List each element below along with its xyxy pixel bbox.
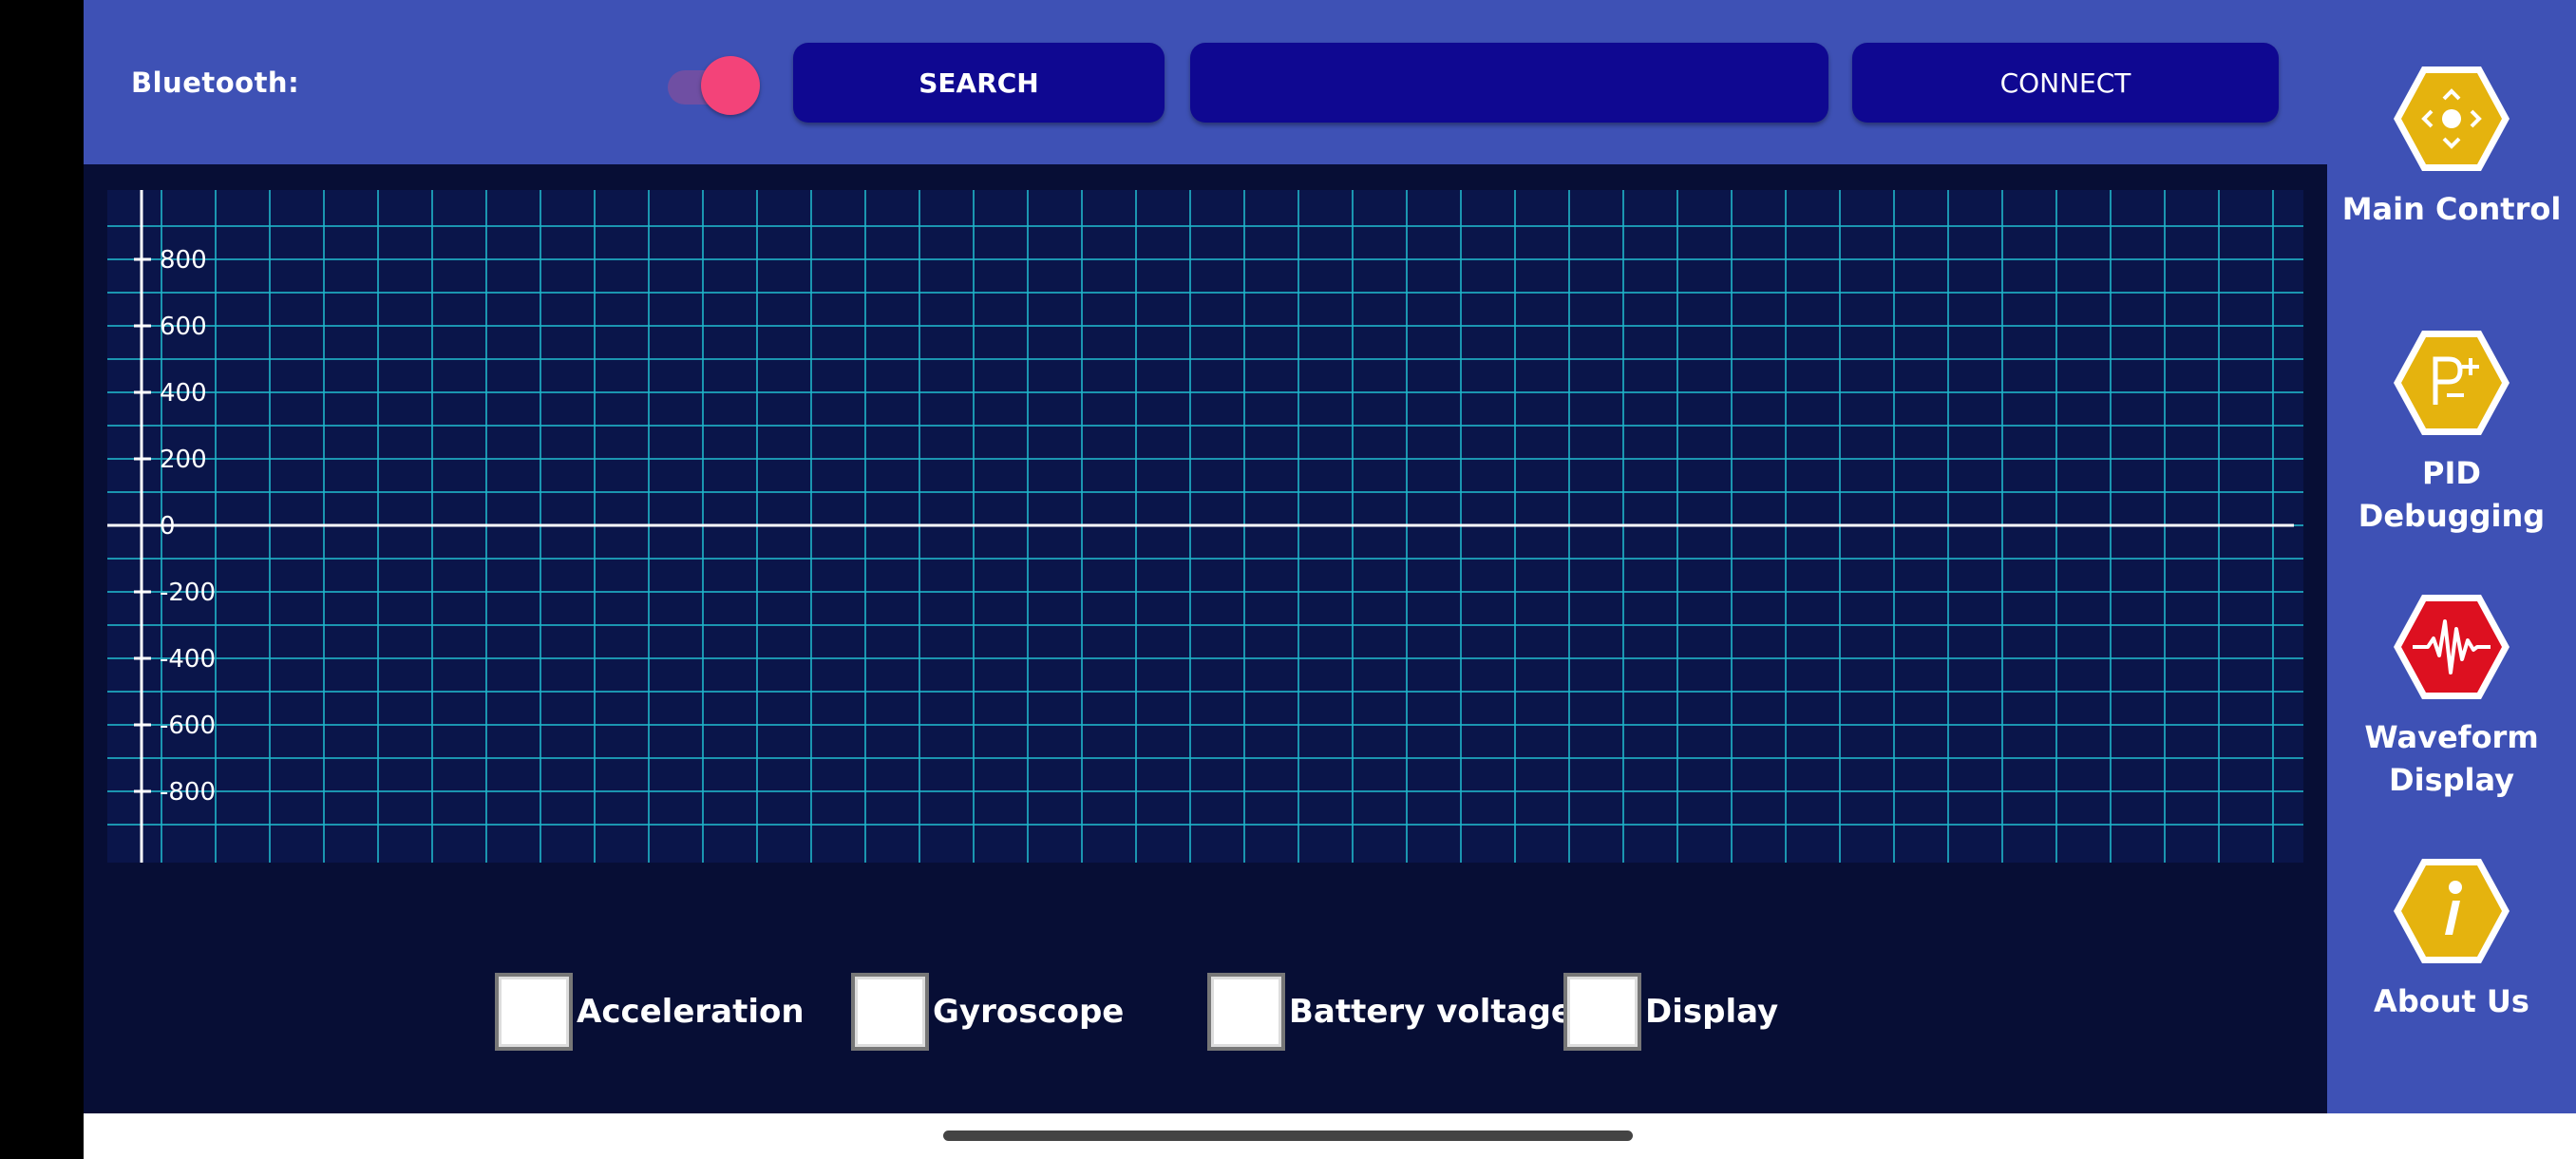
nav-label: Main Control	[2341, 191, 2562, 227]
left-edge	[0, 0, 84, 1159]
checkbox-box[interactable]	[851, 972, 929, 1051]
nav-about-us[interactable]: About Us	[2327, 855, 2576, 1023]
y-tick-label: -200	[160, 579, 216, 607]
home-indicator[interactable]	[943, 1130, 1633, 1141]
bluetooth-toggle[interactable]	[668, 56, 760, 115]
checkbox-box[interactable]	[495, 972, 573, 1051]
y-tick-label: -600	[160, 712, 216, 740]
pid-icon	[2394, 331, 2510, 435]
nav-label: PID Debugging	[2358, 455, 2546, 534]
checkbox-battery-voltage[interactable]: Battery voltage	[1207, 966, 1573, 1056]
nav-label: Waveform Display	[2364, 719, 2539, 798]
device-select-field[interactable]	[1190, 43, 1828, 123]
chart-axes: 800 600 400 200 0 -200 -400 -600 -800	[107, 190, 2294, 863]
y-tick-label: 0	[160, 512, 176, 541]
y-tick-label: -800	[160, 778, 216, 807]
y-tick-label: -400	[160, 645, 216, 674]
search-button[interactable]: SEARCH	[793, 43, 1165, 123]
nav-pid-debugging[interactable]: PID Debugging	[2327, 327, 2576, 538]
nav-main-control[interactable]: Main Control	[2327, 63, 2576, 231]
checkbox-label: Display	[1645, 992, 1779, 1031]
checkbox-display[interactable]: Display	[1563, 966, 1778, 1056]
checkbox-box[interactable]	[1207, 972, 1285, 1051]
dpad-icon	[2394, 66, 2510, 171]
connect-button[interactable]: CONNECT	[1852, 43, 2279, 123]
bluetooth-label: Bluetooth:	[131, 66, 300, 99]
y-tick-label: 600	[160, 313, 207, 341]
y-tick-label: 200	[160, 446, 207, 474]
checkbox-gyroscope[interactable]: Gyroscope	[851, 966, 1124, 1056]
checkbox-label: Gyroscope	[933, 992, 1125, 1031]
checkbox-label: Acceleration	[577, 992, 805, 1031]
toggle-knob	[701, 56, 760, 115]
nav-label: About Us	[2374, 983, 2529, 1019]
waveform-chart: 800 600 400 200 0 -200 -400 -600 -800	[107, 190, 2303, 863]
y-tick-label: 800	[160, 246, 207, 275]
chart-svg: 800 600 400 200 0 -200 -400 -600 -800	[107, 190, 2303, 863]
waveform-icon	[2394, 595, 2510, 699]
checkbox-label: Battery voltage	[1289, 992, 1573, 1031]
checkbox-box[interactable]	[1563, 972, 1641, 1051]
y-tick-label: 400	[160, 379, 207, 408]
checkbox-acceleration[interactable]: Acceleration	[495, 966, 805, 1056]
nav-waveform-display[interactable]: Waveform Display	[2327, 591, 2576, 802]
info-icon	[2394, 859, 2510, 963]
